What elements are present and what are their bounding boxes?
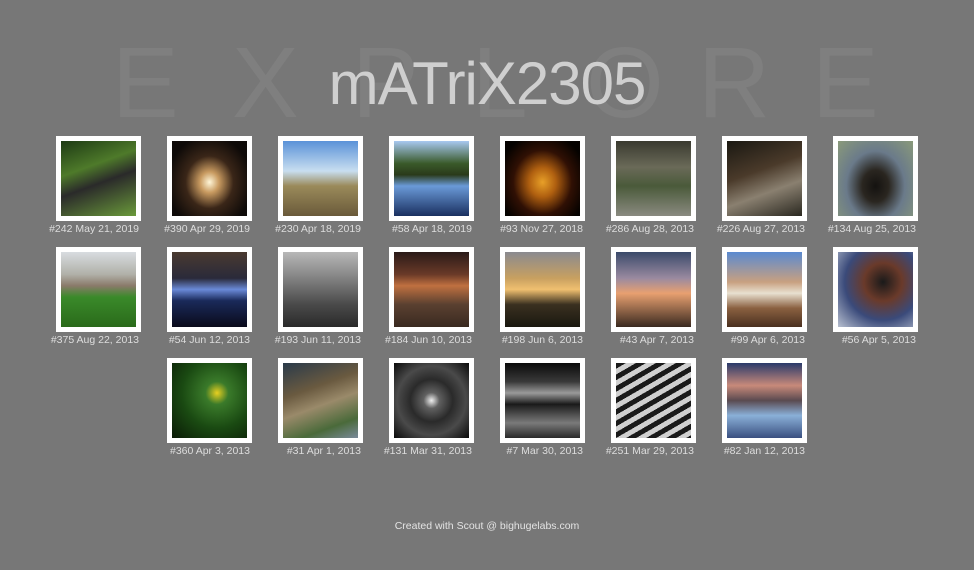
photo-image [283, 363, 358, 438]
photo-caption: #82 Jan 12, 2013 [723, 445, 805, 457]
photo-thumbnail[interactable] [833, 136, 918, 221]
photo-thumbnail[interactable] [56, 247, 141, 332]
photo-caption: #184 Jun 10, 2013 [385, 334, 472, 346]
page-title: mATriX2305 [328, 50, 647, 117]
photo-thumbnail[interactable] [167, 247, 252, 332]
photo-thumbnail[interactable] [389, 358, 474, 443]
photo-caption: #7 Mar 30, 2013 [506, 445, 583, 457]
photo-thumbnail[interactable] [278, 358, 363, 443]
photo-image [394, 252, 469, 327]
photo-image [61, 252, 136, 327]
photo-caption: #360 Apr 3, 2013 [170, 445, 250, 457]
photo-caption: #390 Apr 29, 2019 [164, 223, 250, 235]
photo-thumbnail[interactable] [833, 247, 918, 332]
photo-image [727, 252, 802, 327]
photo-image [727, 363, 802, 438]
photo-thumbnail[interactable] [167, 136, 252, 221]
photo-thumbnail[interactable] [56, 136, 141, 221]
photo-image [61, 141, 136, 216]
photo-thumbnail[interactable] [611, 136, 696, 221]
photo-caption: #286 Aug 28, 2013 [605, 223, 694, 235]
photo-caption: #242 May 21, 2019 [49, 223, 139, 235]
photo-image [727, 141, 802, 216]
photo-thumbnail[interactable] [389, 136, 474, 221]
photo-thumbnail[interactable] [278, 247, 363, 332]
photo-thumbnail[interactable] [722, 247, 807, 332]
photo-image [505, 252, 580, 327]
photo-image [505, 363, 580, 438]
photo-caption: #226 Aug 27, 2013 [716, 223, 805, 235]
photo-image [172, 252, 247, 327]
photo-thumbnail[interactable] [500, 247, 585, 332]
photo-image [283, 252, 358, 327]
photo-caption: #99 Apr 6, 2013 [730, 334, 805, 346]
photo-image [616, 252, 691, 327]
footer-credit: Created with Scout @ bighugelabs.com [394, 520, 580, 532]
photo-image [838, 252, 913, 327]
photo-image [505, 141, 580, 216]
photo-caption: #56 Apr 5, 2013 [841, 334, 916, 346]
photo-thumbnail[interactable] [722, 136, 807, 221]
photo-caption: #54 Jun 12, 2013 [168, 334, 250, 346]
photo-thumbnail[interactable] [611, 358, 696, 443]
photo-thumbnail[interactable] [167, 358, 252, 443]
photo-image [616, 363, 691, 438]
photo-image [394, 363, 469, 438]
photo-caption: #131 Mar 31, 2013 [383, 445, 472, 457]
photo-caption: #193 Jun 11, 2013 [274, 334, 361, 346]
photo-image [172, 141, 247, 216]
photo-caption: #134 Aug 25, 2013 [827, 223, 916, 235]
photo-thumbnail[interactable] [611, 247, 696, 332]
photo-thumbnail[interactable] [389, 247, 474, 332]
photo-thumbnail[interactable] [722, 358, 807, 443]
photo-caption: #93 Nov 27, 2018 [500, 223, 583, 235]
photo-image [283, 141, 358, 216]
photo-caption: #58 Apr 18, 2019 [392, 223, 472, 235]
photo-image [394, 141, 469, 216]
photo-image [616, 141, 691, 216]
photo-caption: #31 Apr 1, 2013 [286, 445, 361, 457]
photo-caption: #43 Apr 7, 2013 [619, 334, 694, 346]
photo-caption: #230 Apr 18, 2019 [275, 223, 361, 235]
photo-thumbnail[interactable] [500, 358, 585, 443]
photo-caption: #375 Aug 22, 2013 [50, 334, 139, 346]
photo-thumbnail[interactable] [500, 136, 585, 221]
photo-caption: #198 Jun 6, 2013 [501, 334, 583, 346]
photo-thumbnail[interactable] [278, 136, 363, 221]
photo-image [838, 141, 913, 216]
photo-image [172, 363, 247, 438]
photo-caption: #251 Mar 29, 2013 [605, 445, 694, 457]
